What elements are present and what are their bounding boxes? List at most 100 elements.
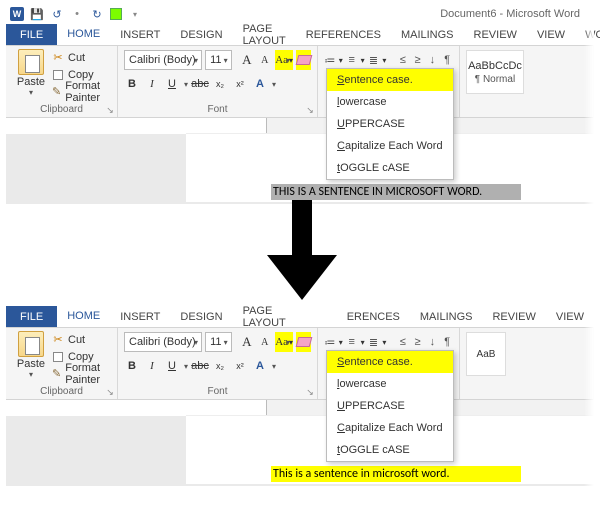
menu-capitalize-each[interactable]: Capitalize Each Word	[327, 135, 453, 157]
subscript-button[interactable]: x₂	[212, 357, 228, 375]
color-swatch[interactable]	[110, 8, 122, 20]
clipboard-group-label: Clipboard	[6, 386, 117, 397]
qat-dropdown-icon[interactable]: ▾	[128, 7, 142, 21]
font-size-select[interactable]: 11	[205, 50, 232, 70]
underline-split-icon[interactable]: ▾	[184, 80, 188, 89]
menu-uppercase[interactable]: UPPERCASE	[327, 395, 453, 417]
tab-insert[interactable]: INSERT	[110, 24, 170, 45]
tab-file[interactable]: FILE	[6, 24, 57, 45]
bold-button[interactable]: B	[124, 357, 140, 375]
tab-review[interactable]: REVIEW	[464, 24, 527, 45]
show-marks-button[interactable]: ¶	[441, 334, 453, 350]
decrease-indent-button[interactable]: ≤	[397, 52, 409, 68]
tab-design[interactable]: DESIGN	[170, 306, 232, 327]
menu-sentence-case[interactable]: Sentence case.	[327, 69, 453, 91]
bullets-button[interactable]: ≔	[324, 334, 336, 350]
menu-lowercase[interactable]: lowercase	[327, 373, 453, 395]
underline-button[interactable]: U	[164, 357, 180, 375]
scissors-icon: ✂	[52, 334, 64, 346]
menu-toggle-case[interactable]: tOGGLE cASE	[327, 157, 453, 179]
grow-font-button[interactable]: A	[239, 50, 254, 70]
tab-view[interactable]: VIEW	[527, 24, 575, 45]
document-area[interactable]: This is a sentence in microsoft word.	[6, 416, 594, 486]
bullets-button[interactable]: ≔	[324, 52, 336, 68]
clear-formatting-button[interactable]	[296, 50, 311, 70]
show-marks-button[interactable]: ¶	[441, 52, 453, 68]
font-launcher-icon[interactable]: ↘	[305, 105, 315, 115]
save-icon[interactable]: 💾	[30, 7, 44, 21]
effects-split-icon[interactable]: ▾	[272, 362, 276, 371]
strike-button[interactable]: abc	[192, 75, 208, 93]
tab-insert[interactable]: INSERT	[110, 306, 170, 327]
tab-file[interactable]: FILE	[6, 306, 57, 327]
result-text[interactable]: This is a sentence in microsoft word.	[271, 466, 521, 482]
numbering-button[interactable]: ≡	[346, 334, 358, 350]
numbering-button[interactable]: ≡	[346, 52, 358, 68]
paste-label: Paste	[17, 358, 45, 370]
ribbon-tabs: FILE HOME INSERT DESIGN PAGE LAYOUT REFE…	[6, 24, 594, 46]
menu-lowercase[interactable]: lowercase	[327, 91, 453, 113]
style-normal[interactable]: AaB	[466, 332, 506, 376]
tab-review[interactable]: REVIEW	[482, 306, 545, 327]
menu-sentence-case[interactable]: Sentence case.	[327, 351, 453, 373]
italic-button[interactable]: I	[144, 75, 160, 93]
font-launcher-icon[interactable]: ↘	[305, 387, 315, 397]
tab-references[interactable]: ERENCES	[317, 306, 410, 327]
increase-indent-button[interactable]: ≥	[412, 52, 424, 68]
font-name-select[interactable]: Calibri (Body)	[124, 332, 202, 352]
tab-design[interactable]: DESIGN	[170, 24, 232, 45]
style-normal[interactable]: AaBbCcDc ¶ Normal	[466, 50, 524, 94]
sort-button[interactable]: ↓	[426, 52, 438, 68]
document-area[interactable]: THIS IS A SENTENCE IN MICROSOFT WORD.	[6, 134, 594, 204]
italic-button[interactable]: I	[144, 357, 160, 375]
multilevel-button[interactable]: ≣	[368, 334, 380, 350]
tab-worldox[interactable]: WORLDOX	[575, 24, 600, 45]
menu-toggle-case[interactable]: tOGGLE cASE	[327, 439, 453, 461]
tab-page-layout[interactable]: PAGE LAYOUT	[233, 24, 296, 45]
paste-split-icon[interactable]: ▾	[29, 370, 33, 379]
text-effects-button[interactable]: A	[252, 75, 268, 93]
grow-font-button[interactable]: A	[239, 332, 254, 352]
sort-button[interactable]: ↓	[426, 334, 438, 350]
text-effects-button[interactable]: A	[252, 357, 268, 375]
format-painter-button[interactable]: ✎Format Painter	[52, 365, 111, 382]
tab-references[interactable]: REFERENCES	[296, 24, 391, 45]
effects-split-icon[interactable]: ▾	[272, 80, 276, 89]
tab-mailings[interactable]: MAILINGS	[410, 306, 483, 327]
tab-home[interactable]: HOME	[57, 24, 110, 45]
tab-mailings[interactable]: MAILINGS	[391, 24, 464, 45]
tab-page-layout[interactable]: PAGE LAYOUT	[233, 306, 317, 327]
change-case-button[interactable]: Aa▾	[275, 332, 293, 352]
tab-view[interactable]: VIEW	[546, 306, 594, 327]
clipboard-launcher-icon[interactable]: ↘	[105, 387, 115, 397]
paste-split-icon[interactable]: ▾	[29, 88, 33, 97]
increase-indent-button[interactable]: ≥	[412, 334, 424, 350]
clear-formatting-button[interactable]	[296, 332, 311, 352]
subscript-button[interactable]: x₂	[212, 75, 228, 93]
bold-button[interactable]: B	[124, 75, 140, 93]
underline-split-icon[interactable]: ▾	[184, 362, 188, 371]
shrink-font-button[interactable]: A	[257, 50, 272, 70]
paste-button[interactable]: Paste ▾	[12, 49, 50, 97]
strike-button[interactable]: abc	[192, 357, 208, 375]
superscript-button[interactable]: x²	[232, 75, 248, 93]
undo-icon[interactable]: ↺	[50, 7, 64, 21]
font-name-select[interactable]: Calibri (Body)	[124, 50, 202, 70]
redo-icon[interactable]: ↻	[90, 7, 104, 21]
decrease-indent-button[interactable]: ≤	[397, 334, 409, 350]
multilevel-button[interactable]: ≣	[368, 52, 380, 68]
shrink-font-button[interactable]: A	[257, 332, 272, 352]
paste-button[interactable]: Paste ▾	[12, 331, 50, 379]
superscript-button[interactable]: x²	[232, 357, 248, 375]
font-size-select[interactable]: 11	[205, 332, 232, 352]
format-painter-button[interactable]: ✎ Format Painter	[52, 83, 111, 100]
cut-button[interactable]: ✂ Cut	[52, 49, 111, 66]
menu-uppercase[interactable]: UPPERCASE	[327, 113, 453, 135]
cut-button[interactable]: ✂Cut	[52, 331, 111, 348]
tab-home[interactable]: HOME	[57, 306, 110, 327]
change-case-button[interactable]: Aa▾	[275, 50, 293, 70]
underline-button[interactable]: U	[164, 75, 180, 93]
clipboard-launcher-icon[interactable]: ↘	[105, 105, 115, 115]
menu-capitalize-each[interactable]: Capitalize Each Word	[327, 417, 453, 439]
selected-text[interactable]: THIS IS A SENTENCE IN MICROSOFT WORD.	[271, 184, 521, 200]
